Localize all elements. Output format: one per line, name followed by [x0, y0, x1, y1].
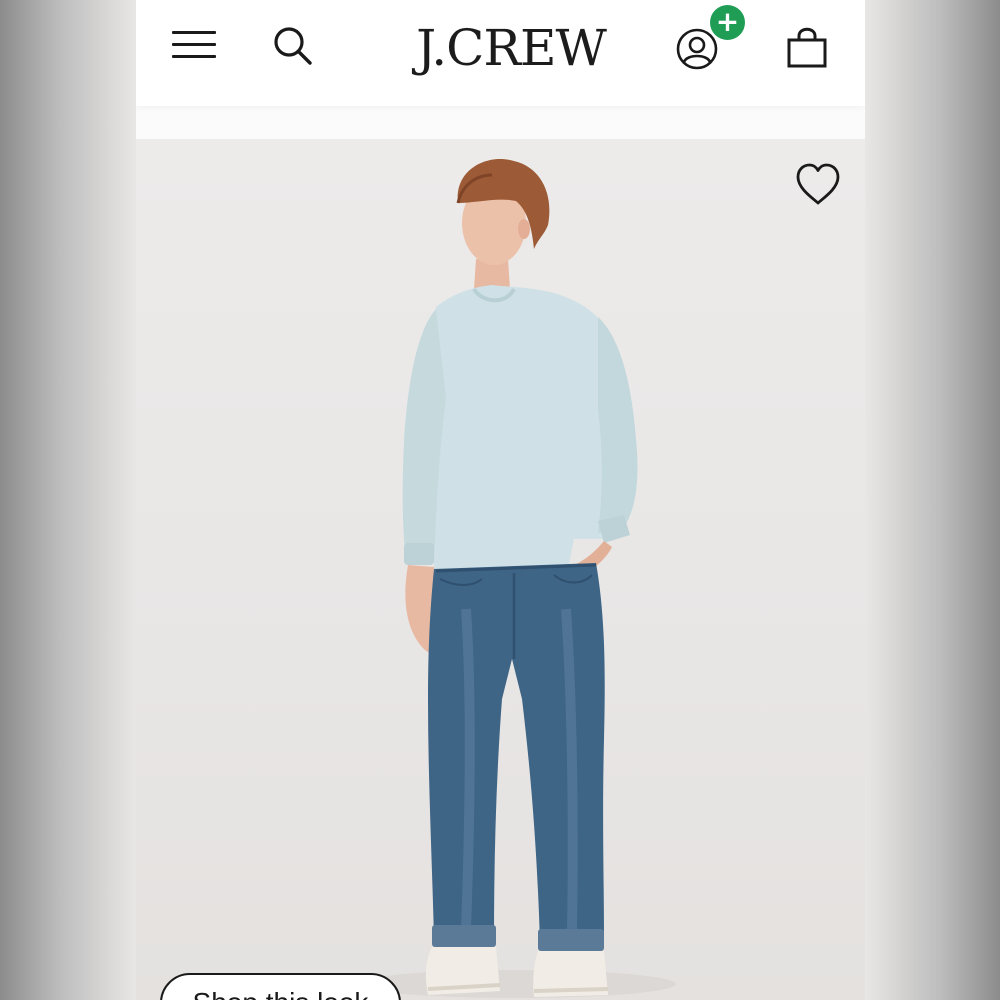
header-divider: [136, 106, 865, 139]
shopping-bag-icon[interactable]: [784, 24, 830, 72]
site-header: J.CREW +: [136, 0, 865, 106]
shop-this-look-button[interactable]: Shop this look: [160, 973, 401, 1000]
app-viewport: J.CREW +: [136, 0, 865, 1000]
account-badge: +: [710, 5, 745, 40]
hamburger-menu-icon[interactable]: [172, 30, 218, 60]
product-image: Shop this look: [136, 139, 865, 1000]
heart-outline-icon[interactable]: [794, 161, 842, 209]
brand-logo[interactable]: J.CREW: [391, 16, 631, 80]
model-illustration: [356, 158, 676, 998]
search-icon[interactable]: [272, 24, 316, 68]
screen-background: J.CREW +: [0, 0, 1000, 1000]
